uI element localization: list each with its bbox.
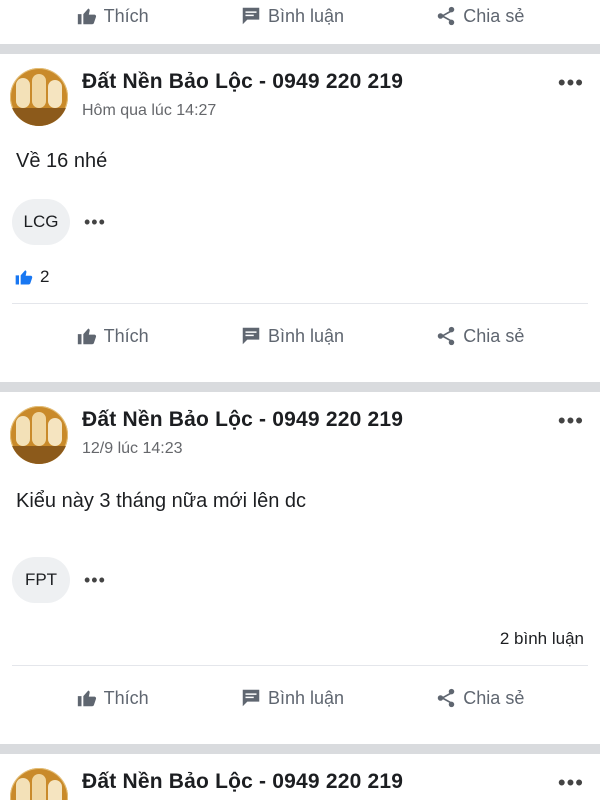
thumbs-up-icon bbox=[76, 325, 98, 347]
share-button[interactable]: Chia sẻ bbox=[435, 687, 524, 709]
tag-row: LCG ••• bbox=[0, 199, 600, 245]
comment-icon bbox=[240, 5, 262, 27]
post-separator bbox=[0, 44, 600, 54]
like-button[interactable]: Thích bbox=[76, 325, 149, 347]
page-name[interactable]: Đất Nền Bảo Lộc - 0949 220 219 bbox=[82, 770, 558, 794]
more-options-icon[interactable]: ••• bbox=[558, 768, 584, 796]
share-icon bbox=[435, 325, 457, 347]
post-header: Đất Nền Bảo Lộc - 0949 220 219 Hôm qua l… bbox=[0, 54, 600, 126]
tag-row: FPT ••• bbox=[0, 557, 600, 603]
like-button[interactable]: Thích bbox=[76, 687, 149, 709]
post-card: Đất Nền Bảo Lộc - 0949 220 219 12/9 lúc … bbox=[0, 392, 600, 744]
post-text: Kiểu này 3 tháng nữa mới lên dc bbox=[16, 490, 307, 512]
page-avatar[interactable] bbox=[10, 406, 68, 464]
post-card: Đất Nền Bảo Lộc - 0949 220 219 ••• bbox=[0, 754, 600, 800]
thumbs-up-icon bbox=[76, 687, 98, 709]
thumbs-up-icon bbox=[76, 5, 98, 27]
share-button[interactable]: Chia sẻ bbox=[435, 325, 524, 347]
like-count: 2 bbox=[40, 267, 50, 286]
post-card: Đất Nền Bảo Lộc - 0949 220 219 Hôm qua l… bbox=[0, 54, 600, 376]
like-button[interactable]: Thích bbox=[76, 5, 149, 27]
comment-button[interactable]: Bình luận bbox=[240, 687, 344, 709]
reaction-summary[interactable]: 2 bbox=[0, 267, 600, 287]
comment-button[interactable]: Bình luận bbox=[240, 325, 344, 347]
share-icon bbox=[435, 687, 457, 709]
comment-button[interactable]: Bình luận bbox=[240, 5, 344, 27]
stock-tag-chip[interactable]: FPT bbox=[12, 557, 70, 603]
action-bar: Thích Bình luận Chia sẻ bbox=[0, 304, 600, 368]
share-icon bbox=[435, 5, 457, 27]
stock-tag-chip[interactable]: LCG bbox=[12, 199, 70, 245]
page-avatar[interactable] bbox=[10, 768, 68, 800]
more-tags-icon[interactable]: ••• bbox=[84, 570, 106, 591]
page-avatar[interactable] bbox=[10, 68, 68, 126]
post-header: Đất Nền Bảo Lộc - 0949 220 219 ••• bbox=[0, 754, 600, 800]
post-text: Về 16 nhé bbox=[16, 150, 108, 172]
post-header: Đất Nền Bảo Lộc - 0949 220 219 12/9 lúc … bbox=[0, 392, 600, 464]
action-bar: Thích Bình luận Chia sẻ bbox=[0, 666, 600, 730]
more-tags-icon[interactable]: ••• bbox=[84, 212, 106, 233]
post-separator bbox=[0, 744, 600, 754]
page-name[interactable]: Đất Nền Bảo Lộc - 0949 220 219 bbox=[82, 70, 558, 94]
like-reaction-icon bbox=[14, 267, 34, 287]
comment-icon bbox=[240, 325, 262, 347]
page-name[interactable]: Đất Nền Bảo Lộc - 0949 220 219 bbox=[82, 408, 558, 432]
more-options-icon[interactable]: ••• bbox=[558, 68, 584, 96]
post-timestamp[interactable]: Hôm qua lúc 14:27 bbox=[82, 102, 558, 120]
post-separator bbox=[0, 382, 600, 392]
action-bar: Thích Bình luận Chia sẻ bbox=[0, 0, 600, 48]
comment-count[interactable]: 2 bình luận bbox=[0, 629, 600, 649]
post-timestamp[interactable]: 12/9 lúc 14:23 bbox=[82, 440, 558, 458]
share-button[interactable]: Chia sẻ bbox=[435, 5, 524, 27]
comment-icon bbox=[240, 687, 262, 709]
more-options-icon[interactable]: ••• bbox=[558, 406, 584, 434]
